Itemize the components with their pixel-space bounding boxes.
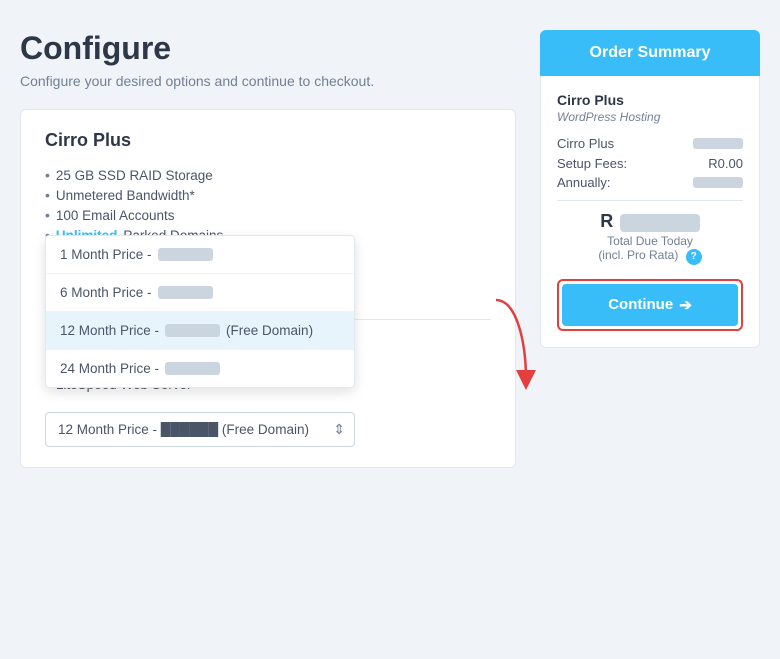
- billing-option-12month-label: 12 Month Price -: [60, 323, 159, 338]
- billing-option-1month-label: 1 Month Price -: [60, 247, 152, 262]
- billing-option-24month-label: 24 Month Price -: [60, 361, 159, 376]
- billing-option-1month[interactable]: 1 Month Price -: [46, 236, 354, 274]
- billing-option-1month-price: [158, 248, 213, 261]
- billing-option-12month-price: [165, 324, 220, 337]
- summary-total-price-blur: [620, 214, 700, 232]
- continue-button[interactable]: Continue ➔: [562, 284, 738, 326]
- summary-row-setup: Setup Fees: R0.00: [557, 156, 743, 171]
- summary-row-plan-label: Cirro Plus: [557, 136, 614, 151]
- billing-dropdown-popup: 1 Month Price - 6 Month Price - 12 Month…: [45, 235, 355, 388]
- summary-annually-value: [693, 177, 743, 188]
- page-title: Configure: [20, 30, 516, 67]
- billing-dropdown-container: 1 Month Price - 6 Month Price - 12 Month…: [45, 410, 491, 447]
- feature-email: 100 Email Accounts: [45, 205, 491, 225]
- summary-row-plan: Cirro Plus: [557, 136, 743, 151]
- summary-divider: [557, 200, 743, 201]
- summary-total-label: Total Due Today (incl. Pro Rata) ?: [557, 234, 743, 265]
- summary-total-amount: R: [557, 211, 743, 232]
- continue-arrow-icon: ➔: [679, 296, 692, 314]
- summary-total-area: R Total Due Today (incl. Pro Rata) ?: [557, 211, 743, 265]
- continue-button-label: Continue: [608, 296, 673, 313]
- continue-button-wrapper: Continue ➔: [557, 279, 743, 331]
- summary-plan-type: WordPress Hosting: [557, 110, 743, 124]
- order-summary-header: Order Summary: [540, 30, 760, 76]
- summary-row-annually: Annually:: [557, 175, 743, 190]
- billing-select[interactable]: 12 Month Price - ██████ (Free Domain): [45, 412, 355, 447]
- billing-option-24month[interactable]: 24 Month Price -: [46, 350, 354, 387]
- billing-select-wrapper[interactable]: 12 Month Price - ██████ (Free Domain) ⇕: [45, 412, 355, 447]
- billing-option-6month-price: [158, 286, 213, 299]
- summary-annually-label: Annually:: [557, 175, 610, 190]
- plan-name: Cirro Plus: [45, 130, 491, 151]
- info-icon[interactable]: ?: [686, 249, 702, 265]
- summary-setup-label: Setup Fees:: [557, 156, 627, 171]
- feature-bandwidth: Unmetered Bandwidth*: [45, 185, 491, 205]
- billing-option-12month-free: (Free Domain): [226, 323, 313, 338]
- summary-row-plan-value: [693, 138, 743, 149]
- feature-storage: 25 GB SSD RAID Storage: [45, 165, 491, 185]
- summary-currency: R: [600, 211, 613, 231]
- page-subtitle: Configure your desired options and conti…: [20, 73, 516, 89]
- order-summary-body: Cirro Plus WordPress Hosting Cirro Plus …: [540, 76, 760, 348]
- billing-option-12month[interactable]: 12 Month Price - (Free Domain): [46, 312, 354, 350]
- main-content: Configure Configure your desired options…: [20, 30, 516, 468]
- order-summary: Order Summary Cirro Plus WordPress Hosti…: [540, 30, 760, 348]
- plan-card: Cirro Plus 25 GB SSD RAID Storage Unmete…: [20, 109, 516, 468]
- summary-setup-value: R0.00: [708, 156, 743, 171]
- summary-plan-name: Cirro Plus: [557, 92, 743, 108]
- billing-option-6month-label: 6 Month Price -: [60, 285, 152, 300]
- billing-option-24month-price: [165, 362, 220, 375]
- billing-option-6month[interactable]: 6 Month Price -: [46, 274, 354, 312]
- summary-prorata-label: (incl. Pro Rata): [598, 248, 678, 262]
